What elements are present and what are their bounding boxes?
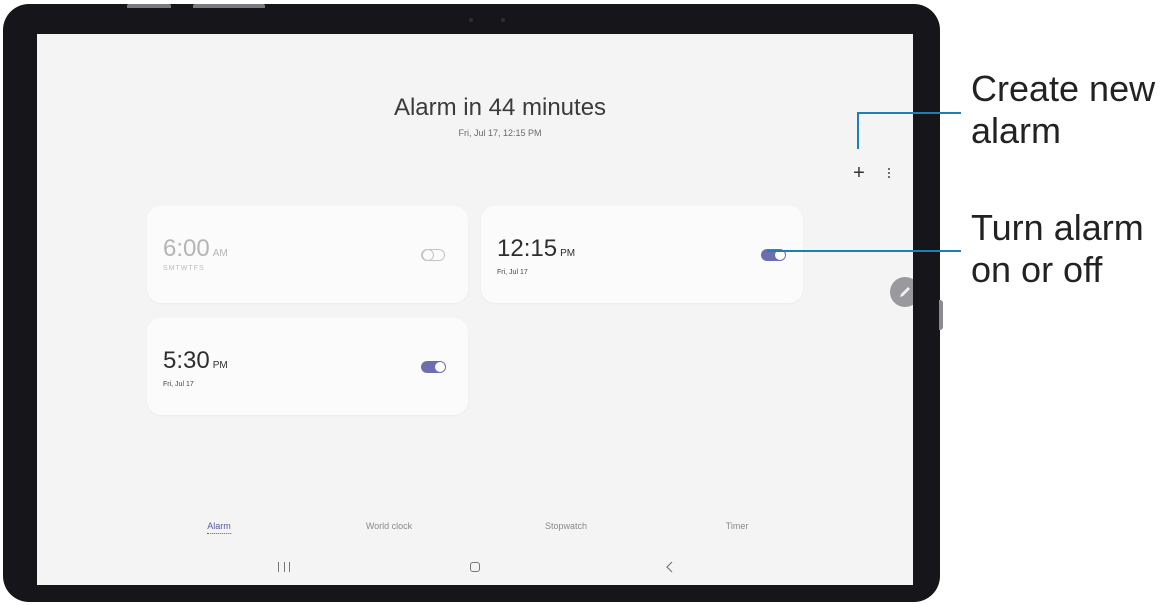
- tablet-frame: Alarm in 44 minutes Fri, Jul 17, 12:15 P…: [3, 4, 943, 602]
- callout-turn-alarm-on-off: Turn alarm on or off: [971, 207, 1144, 291]
- plus-icon[interactable]: +: [851, 161, 867, 185]
- volume-button: [127, 4, 171, 8]
- repeat-days: SMTWTFS: [163, 265, 205, 272]
- alarm-time: 5:30 PM: [163, 347, 228, 374]
- side-button: [939, 300, 943, 330]
- callout-line: [857, 112, 961, 114]
- alarm-date: Fri, Jul 17: [497, 269, 528, 276]
- edit-button[interactable]: [890, 277, 913, 307]
- callout-line-text: on or off: [971, 249, 1103, 290]
- alarm-time: 12:15 PM: [497, 235, 576, 262]
- alarm-toggle[interactable]: [421, 249, 445, 261]
- callout-line-text: Create new: [971, 68, 1156, 109]
- next-alarm-datetime: Fri, Jul 17, 12:15 PM: [458, 128, 542, 138]
- callout-line-text: Turn alarm: [971, 207, 1144, 248]
- sensor: [501, 18, 505, 22]
- tab-world-clock[interactable]: World clock: [366, 521, 412, 531]
- clock-app-screen: Alarm in 44 minutes Fri, Jul 17, 12:15 P…: [37, 34, 913, 585]
- callout-create-new-alarm: Create new alarm: [971, 68, 1155, 152]
- alarm-time: 6:00 AM: [163, 235, 228, 262]
- callout-toggle-text: Turn alarm on or off: [971, 207, 1144, 291]
- back-icon[interactable]: [665, 561, 675, 573]
- front-camera: [469, 18, 473, 22]
- tab-alarm[interactable]: Alarm: [207, 521, 231, 534]
- power-button: [193, 4, 265, 8]
- alarm-toggle[interactable]: [421, 361, 446, 373]
- callout-line: [857, 112, 859, 149]
- callout-line: [767, 250, 961, 252]
- bottom-tabs: Alarm World clock Stopwatch Timer: [37, 521, 913, 537]
- more-vertical-icon[interactable]: [883, 164, 895, 182]
- alarm-card[interactable]: 5:30 PM Fri, Jul 17: [147, 318, 468, 415]
- alarm-card[interactable]: 12:15 PM Fri, Jul 17: [481, 206, 803, 303]
- recent-apps-icon[interactable]: [278, 562, 290, 572]
- pencil-icon: [900, 287, 910, 297]
- tab-stopwatch[interactable]: Stopwatch: [545, 521, 587, 531]
- callout-create-text: Create new alarm: [971, 68, 1155, 152]
- tab-timer[interactable]: Timer: [726, 521, 749, 531]
- page-title: Alarm in 44 minutes: [393, 94, 607, 121]
- home-icon[interactable]: [470, 562, 480, 572]
- alarm-card[interactable]: 6:00 AM SMTWTFS: [147, 206, 468, 303]
- alarm-date: Fri, Jul 17: [163, 381, 194, 388]
- callout-line-text: alarm: [971, 110, 1062, 151]
